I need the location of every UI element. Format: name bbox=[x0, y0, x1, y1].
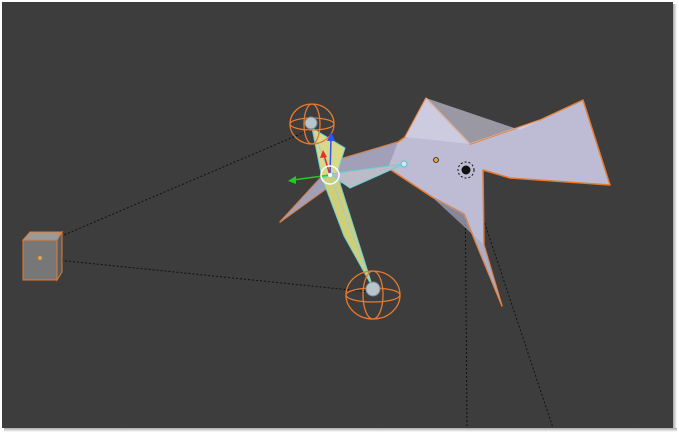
viewport-canvas[interactable] bbox=[2, 2, 673, 428]
frame-shadow-bottom bbox=[4, 428, 677, 432]
gizmo-y-arrow-icon[interactable] bbox=[288, 176, 296, 184]
bone-lower-face[interactable] bbox=[321, 173, 374, 289]
empty-lower-sphere-icon[interactable] bbox=[365, 281, 381, 297]
empty-upper[interactable] bbox=[289, 103, 335, 145]
frame-shadow-right bbox=[673, 4, 677, 432]
gizmo-center-dot bbox=[328, 173, 332, 177]
bird-mesh-origin-icon[interactable] bbox=[433, 157, 439, 163]
bone-tail-joint[interactable] bbox=[400, 160, 408, 168]
relationship-line-cube-lower bbox=[56, 259, 371, 293]
gizmo-z-arrow-icon[interactable] bbox=[327, 132, 335, 141]
cube-top bbox=[21, 231, 63, 241]
empty-upper-sphere-icon[interactable] bbox=[304, 116, 318, 130]
screenshot-frame bbox=[0, 0, 679, 434]
bird-mesh[interactable] bbox=[279, 97, 611, 307]
empty-lower[interactable] bbox=[345, 270, 401, 320]
cube-side bbox=[56, 230, 63, 282]
relationship-line-cube-upper bbox=[56, 128, 313, 239]
lamp-icon[interactable] bbox=[461, 165, 471, 175]
gizmo-z-axis[interactable] bbox=[329, 137, 332, 176]
cube-object[interactable] bbox=[21, 230, 63, 282]
cube-origin-icon[interactable] bbox=[38, 256, 42, 260]
3d-viewport[interactable] bbox=[2, 2, 673, 428]
